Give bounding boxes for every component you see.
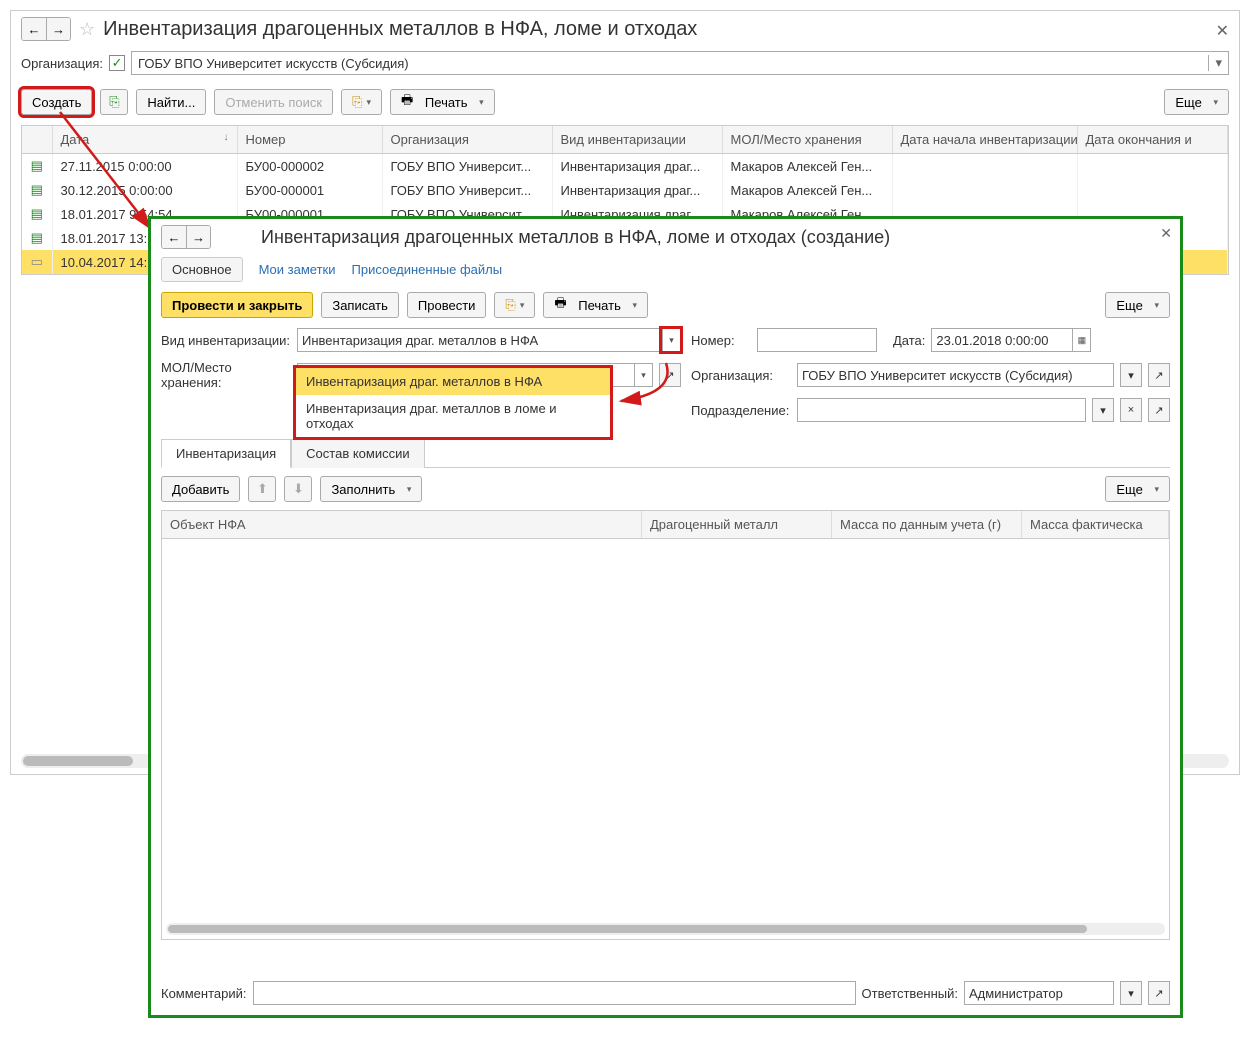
dept-label: Подразделение: <box>691 403 791 418</box>
printer-icon: 🖶 <box>554 294 566 316</box>
org-filter-value: ГОБУ ВПО Университет искусств (Субсидия) <box>138 56 409 71</box>
inner-title: Инвентаризация драгоценных металлов в НФ… <box>261 227 890 248</box>
type-label: Вид инвентаризации: <box>161 333 291 348</box>
number-input[interactable] <box>757 328 877 352</box>
col-object[interactable]: Объект НФА <box>162 511 642 538</box>
col-mol[interactable]: МОЛ/Место хранения <box>722 126 892 154</box>
fill-button[interactable]: Заполнить ▾ <box>320 476 422 502</box>
type-input[interactable]: Инвентаризация драг. металлов в НФА ▾ <box>297 328 681 352</box>
printer-icon: 🖶 <box>401 91 413 113</box>
inner-more-button[interactable]: Еще ▾ <box>1105 292 1170 318</box>
add-row-button[interactable]: Добавить <box>161 476 240 502</box>
subtab-files[interactable]: Присоединенные файлы <box>352 262 503 277</box>
tab-inventory[interactable]: Инвентаризация <box>161 439 291 468</box>
action-icon: ⎘ <box>505 297 515 313</box>
close-icon[interactable]: ✕ <box>1216 21 1229 41</box>
grid-header-row: Дата↓ Номер Организация Вид инвентаризац… <box>22 126 1228 154</box>
type-dropdown-button[interactable]: ▾ <box>662 329 680 351</box>
date-label: Дата: <box>893 333 925 348</box>
col-start[interactable]: Дата начала инвентаризации <box>892 126 1077 154</box>
table-row[interactable]: ▤30.12.2015 0:00:00БУ00-000001ГОБУ ВПО У… <box>22 178 1228 202</box>
comment-label: Комментарий: <box>161 986 247 1001</box>
inner-action-dropdown[interactable]: ⎘▾ <box>494 292 535 318</box>
sec-more-button[interactable]: Еще ▾ <box>1105 476 1170 502</box>
dept-open-button[interactable]: ↗ <box>1148 398 1170 422</box>
find-button[interactable]: Найти... <box>136 89 206 115</box>
subtab-main[interactable]: Основное <box>161 257 243 282</box>
comment-input[interactable] <box>253 981 856 1005</box>
more-button[interactable]: Еще ▾ <box>1164 89 1229 115</box>
org-input[interactable]: ГОБУ ВПО Университет искусств (Субсидия) <box>797 363 1114 387</box>
forward-button[interactable]: → <box>46 18 70 40</box>
org-filter-checkbox[interactable]: ✓ <box>109 55 125 71</box>
dept-dropdown-button[interactable]: ▾ <box>1092 398 1114 422</box>
inner-back-button[interactable]: ← <box>162 226 186 248</box>
org-filter-select[interactable]: ГОБУ ВПО Университет искусств (Субсидия)… <box>131 51 1229 75</box>
create-window: ← → Инвентаризация драгоценных металлов … <box>148 216 1183 1018</box>
copy-button[interactable]: ⎘ <box>100 89 128 115</box>
col-metal[interactable]: Драгоценный металл <box>642 511 832 538</box>
org-label: Организация: <box>691 368 791 383</box>
number-label: Номер: <box>691 333 751 348</box>
star-icon[interactable]: ☆ <box>79 19 95 40</box>
subtab-notes[interactable]: Мои заметки <box>259 262 336 277</box>
row-status-icon: ▤ <box>22 178 52 202</box>
mol-open-button[interactable]: ↗ <box>659 363 681 387</box>
mol-dropdown-button[interactable]: ▾ <box>634 364 652 386</box>
col-end[interactable]: Дата окончания и <box>1077 126 1228 154</box>
inner-forward-button[interactable]: → <box>186 226 210 248</box>
row-status-icon: ▭ <box>22 250 52 274</box>
inner-nav: ← → <box>161 225 211 249</box>
print-button[interactable]: 🖶 Печать ▾ <box>390 89 495 115</box>
inventory-grid: Объект НФА Драгоценный металл Масса по д… <box>161 510 1170 940</box>
move-up-button: ⬆ <box>248 476 276 502</box>
mol-label: МОЛ/Место хранения: <box>161 360 291 390</box>
table-row[interactable]: ▤27.11.2015 0:00:00БУ00-000002ГОБУ ВПО У… <box>22 154 1228 179</box>
action-icon: ⎘ <box>352 94 362 110</box>
inner-close-icon[interactable]: ✕ <box>1160 225 1172 242</box>
inner-print-button[interactable]: 🖶 Печать ▾ <box>543 292 648 318</box>
col-mass-fact[interactable]: Масса фактическа <box>1022 511 1169 538</box>
resp-open-button[interactable]: ↗ <box>1148 981 1170 1005</box>
resp-dropdown-button[interactable]: ▾ <box>1120 981 1142 1005</box>
col-type[interactable]: Вид инвентаризации <box>552 126 722 154</box>
post-close-button[interactable]: Провести и закрыть <box>161 292 313 318</box>
dept-input[interactable] <box>797 398 1086 422</box>
type-option-lom[interactable]: Инвентаризация драг. металлов в ломе и о… <box>296 395 610 437</box>
type-option-nfa[interactable]: Инвентаризация драг. металлов в НФА <box>296 368 610 395</box>
calendar-icon[interactable]: ▦ <box>1072 329 1090 351</box>
move-down-button: ⬇ <box>284 476 312 502</box>
org-dropdown-button[interactable]: ▾ <box>1120 363 1142 387</box>
org-filter-label: Организация: <box>21 56 103 71</box>
back-button[interactable]: ← <box>22 18 46 40</box>
nav-back-forward: ← → <box>21 17 71 41</box>
action-dropdown-button[interactable]: ⎘▾ <box>341 89 382 115</box>
org-open-button[interactable]: ↗ <box>1148 363 1170 387</box>
tab-commission[interactable]: Состав комиссии <box>291 439 424 468</box>
col-date[interactable]: Дата↓ <box>52 126 237 154</box>
col-number[interactable]: Номер <box>237 126 382 154</box>
col-mass-book[interactable]: Масса по данным учета (г) <box>832 511 1022 538</box>
cancel-search-button: Отменить поиск <box>214 89 333 115</box>
post-button[interactable]: Провести <box>407 292 487 318</box>
responsible-input[interactable]: Администратор <box>964 981 1114 1005</box>
row-status-icon: ▤ <box>22 202 52 226</box>
create-button[interactable]: Создать <box>21 89 92 115</box>
type-value: Инвентаризация драг. металлов в НФА <box>302 333 662 348</box>
copy-icon: ⎘ <box>109 94 119 110</box>
save-button[interactable]: Записать <box>321 292 399 318</box>
page-title: Инвентаризация драгоценных металлов в НФ… <box>103 18 697 41</box>
row-status-icon: ▤ <box>22 226 52 250</box>
grid-h-scrollbar[interactable] <box>166 923 1165 935</box>
col-org[interactable]: Организация <box>382 126 552 154</box>
chevron-down-icon: ▾ <box>1208 55 1222 71</box>
row-status-icon: ▤ <box>22 154 52 179</box>
date-input[interactable]: 23.01.2018 0:00:00 ▦ <box>931 328 1091 352</box>
responsible-label: Ответственный: <box>862 986 958 1001</box>
dept-clear-button[interactable]: × <box>1120 398 1142 422</box>
type-dropdown-popup: Инвентаризация драг. металлов в НФА Инве… <box>293 365 613 440</box>
